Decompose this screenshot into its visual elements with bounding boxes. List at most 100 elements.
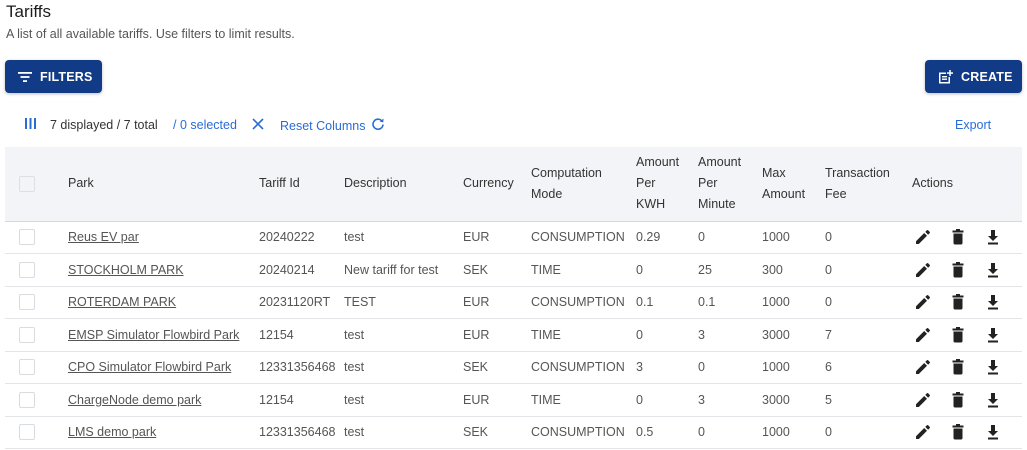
computation-mode-cell: CONSUMPTION — [531, 360, 625, 375]
download-icon[interactable] — [982, 422, 1003, 443]
transaction-fee-cell: 0 — [825, 425, 832, 440]
description-cell: test — [344, 360, 365, 375]
delete-icon[interactable] — [947, 389, 968, 410]
edit-icon[interactable] — [912, 227, 933, 248]
table-row: ROTERDAM PARK 20231120RT TEST EUR CONSUM… — [5, 286, 1022, 319]
edit-icon[interactable] — [912, 422, 933, 443]
currency-cell: SEK — [463, 425, 489, 440]
tariff-id-cell: 12154 — [259, 392, 294, 407]
transaction-fee-cell: 0 — [825, 230, 832, 245]
delete-icon[interactable] — [947, 292, 968, 313]
description-cell: test — [344, 425, 365, 440]
edit-icon[interactable] — [912, 259, 933, 280]
delete-icon[interactable] — [947, 357, 968, 378]
row-checkbox[interactable] — [19, 229, 35, 246]
max-amount-cell: 3000 — [762, 392, 790, 407]
page-subtitle: A list of all available tariffs. Use fil… — [6, 27, 295, 41]
clear-selection-icon[interactable] — [251, 117, 265, 134]
edit-icon[interactable] — [912, 389, 933, 410]
columns-icon[interactable] — [24, 117, 37, 133]
export-link[interactable]: Export — [955, 118, 991, 132]
post-add-icon — [937, 69, 954, 85]
col-header-tariff-id[interactable]: Tariff Id — [259, 147, 344, 221]
edit-icon[interactable] — [912, 357, 933, 378]
computation-mode-cell: TIME — [531, 327, 561, 342]
computation-mode-cell: CONSUMPTION — [531, 295, 625, 310]
tariffs-table-container: Park Tariff Id Description Currency Comp… — [5, 147, 1022, 449]
col-header-actions: Actions — [912, 176, 953, 191]
delete-icon[interactable] — [947, 227, 968, 248]
amount-per-kwh-cell: 0 — [636, 262, 643, 277]
download-icon[interactable] — [982, 227, 1003, 248]
download-icon[interactable] — [982, 292, 1003, 313]
row-checkbox[interactable] — [19, 326, 35, 343]
park-link[interactable]: STOCKHOLM PARK — [68, 263, 184, 277]
col-header-max-amount[interactable]: Max Amount — [762, 147, 825, 221]
table-row: EMSP Simulator Flowbird Park 12154 test … — [5, 319, 1022, 351]
col-header-amount-per-kwh[interactable]: Amount Per KWH — [636, 147, 698, 221]
amount-per-kwh-cell: 0 — [636, 392, 643, 407]
actions-cell — [912, 416, 1022, 449]
filters-button[interactable]: FILTERS — [5, 60, 102, 93]
row-checkbox[interactable] — [19, 359, 35, 376]
max-amount-cell: 3000 — [762, 327, 790, 342]
select-all-checkbox[interactable] — [19, 175, 35, 192]
park-link[interactable]: ROTERDAM PARK — [68, 295, 176, 309]
max-amount-cell: 300 — [762, 262, 783, 277]
create-button[interactable]: CREATE — [925, 60, 1022, 93]
description-cell: New tariff for test — [344, 262, 439, 277]
table-header-row: Park Tariff Id Description Currency Comp… — [5, 147, 1022, 221]
amount-per-kwh-cell: 0.5 — [636, 425, 654, 440]
col-header-computation-mode[interactable]: Computation Mode — [531, 147, 636, 221]
park-link[interactable]: LMS demo park — [68, 425, 156, 439]
currency-cell: EUR — [463, 295, 490, 310]
col-header-amount-per-minute[interactable]: Amount Per Minute — [698, 147, 762, 221]
actions-cell — [912, 221, 1022, 254]
park-link[interactable]: CPO Simulator Flowbird Park — [68, 360, 231, 374]
amount-per-minute-cell: 3 — [698, 392, 705, 407]
transaction-fee-cell: 6 — [825, 360, 832, 375]
amount-per-minute-cell: 3 — [698, 327, 705, 342]
amount-per-kwh-cell: 3 — [636, 360, 643, 375]
edit-icon[interactable] — [912, 292, 933, 313]
description-cell: test — [344, 327, 365, 342]
col-header-currency[interactable]: Currency — [463, 147, 531, 221]
tariff-id-cell: 20240222 — [259, 230, 315, 245]
download-icon[interactable] — [982, 259, 1003, 280]
download-icon[interactable] — [982, 389, 1003, 410]
col-header-description[interactable]: Description — [344, 147, 463, 221]
row-checkbox[interactable] — [19, 391, 35, 408]
table-row: CPO Simulator Flowbird Park 12331356468 … — [5, 351, 1022, 384]
currency-cell: EUR — [463, 392, 490, 407]
reset-columns-button[interactable]: Reset Columns — [280, 117, 385, 134]
park-link[interactable]: EMSP Simulator Flowbird Park — [68, 328, 239, 342]
edit-icon[interactable] — [912, 324, 933, 345]
delete-icon[interactable] — [947, 324, 968, 345]
actions-cell — [912, 286, 1022, 319]
download-icon[interactable] — [982, 324, 1003, 345]
displayed-count: 7 displayed / 7 total — [50, 118, 158, 132]
reset-columns-label: Reset Columns — [280, 118, 366, 133]
table-row: Reus EV par 20240222 test EUR CONSUMPTIO… — [5, 221, 1022, 254]
row-checkbox[interactable] — [19, 261, 35, 278]
tariff-id-cell: 12154 — [259, 327, 294, 342]
currency-cell: EUR — [463, 230, 490, 245]
park-link[interactable]: ChargeNode demo park — [68, 393, 201, 407]
col-header-transaction-fee[interactable]: Transaction Fee — [825, 147, 912, 221]
actions-cell — [912, 254, 1022, 287]
delete-icon[interactable] — [947, 259, 968, 280]
delete-icon[interactable] — [947, 422, 968, 443]
filters-button-label: FILTERS — [40, 69, 93, 84]
amount-per-minute-cell: 25 — [698, 262, 712, 277]
currency-cell: EUR — [463, 327, 490, 342]
amount-per-kwh-cell: 0 — [636, 327, 643, 342]
table-row: STOCKHOLM PARK 20240214 New tariff for t… — [5, 254, 1022, 287]
tariff-id-cell: 12331356468 — [259, 425, 336, 440]
park-link[interactable]: Reus EV par — [68, 230, 139, 244]
row-checkbox[interactable] — [19, 294, 35, 311]
description-cell: test — [344, 230, 365, 245]
col-header-park[interactable]: Park — [68, 147, 259, 221]
tariff-id-cell: 12331356468 — [259, 360, 336, 375]
download-icon[interactable] — [982, 357, 1003, 378]
row-checkbox[interactable] — [19, 424, 35, 441]
